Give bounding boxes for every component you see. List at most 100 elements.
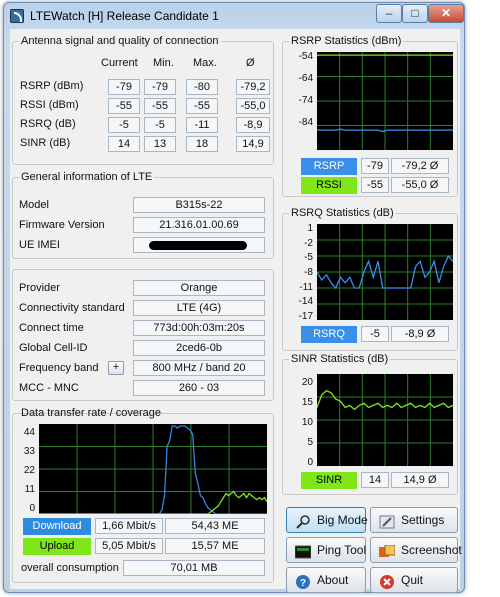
header-current: Current: [101, 57, 138, 69]
frequency-band-value: 800 MHz / band 20: [133, 360, 265, 376]
firmware-label: Firmware Version: [19, 219, 105, 231]
general-group: General information of LTE Model B315s-2…: [12, 171, 274, 259]
big-mode-label: Big Mode: [317, 513, 368, 527]
antenna-current-value: -79: [108, 79, 140, 95]
rsrq-tick-label: -5: [304, 252, 313, 264]
antenna-current-value: -55: [108, 98, 140, 114]
sinr-tick-label: 0: [307, 457, 313, 468]
rsrp-average: -79,2 Ø: [391, 158, 449, 174]
quit-x-icon: [379, 573, 395, 589]
close-button[interactable]: ✕: [428, 4, 464, 23]
quit-label: Quit: [401, 573, 424, 587]
imei-label: UE IMEI: [19, 239, 60, 251]
connect-time-value: 773d:00h:03m:20s: [133, 320, 265, 336]
maximize-button[interactable]: □: [402, 4, 428, 23]
svg-text:?: ?: [300, 578, 306, 589]
rsrq-current: -5: [361, 326, 389, 342]
transfer-chart: [39, 424, 267, 514]
rsrp-tick-label: -64: [298, 73, 313, 84]
antenna-row-label: RSRQ (dB): [20, 118, 76, 130]
antenna-avg-value: -55,0: [236, 98, 270, 114]
upload-rate: 5,05 Mbit/s: [95, 538, 163, 554]
upload-total: 15,57 ME: [165, 538, 265, 554]
rsrp-stats-title: RSRP Statistics (dBm): [289, 35, 404, 47]
sinr-tick-label: 20: [301, 377, 313, 388]
terminal-icon: [294, 543, 312, 559]
antenna-max-value: 18: [186, 136, 218, 152]
screenshot-button[interactable]: Screenshot: [370, 537, 462, 563]
upload-tag: Upload: [23, 538, 91, 555]
transfer-tick-label: 22: [23, 465, 35, 476]
client-area: Antenna signal and quality of connection…: [10, 29, 462, 593]
antenna-max-value: -80: [186, 79, 218, 95]
quit-button[interactable]: Quit: [370, 567, 458, 593]
cell-id-label: Global Cell-ID: [19, 342, 88, 354]
rsrp-stats-group: RSRP Statistics (dBm) RSRP -79 -79,2 Ø R…: [282, 35, 458, 197]
about-button[interactable]: ? About: [286, 567, 366, 593]
screenshot-label: Screenshot: [401, 543, 462, 557]
help-icon: ?: [295, 573, 311, 589]
rsrq-tick-label: -11: [299, 281, 313, 293]
rsrp-current: -79: [361, 158, 389, 174]
antenna-min-value: 13: [144, 136, 176, 152]
sinr-stats-title: SINR Statistics (dB): [289, 353, 391, 365]
rsrq-stats-group: RSRQ Statistics (dB) RSRQ -5 -8,9 Ø 1 -2 -…: [282, 207, 458, 351]
rssi-average: -55,0 Ø: [391, 177, 449, 193]
ping-tool-button[interactable]: Ping Tool: [286, 537, 366, 563]
big-mode-button[interactable]: Big Mode: [286, 507, 368, 533]
antenna-avg-value: -79,2: [236, 79, 270, 95]
overall-value: 70,01 MB: [123, 560, 265, 576]
provider-group: Provider Orange Connectivity standard LT…: [12, 269, 274, 401]
antenna-min-value: -5: [144, 117, 176, 133]
antenna-current-value: -5: [108, 117, 140, 133]
rsrp-tick-label: -74: [298, 95, 313, 106]
provider-value: Orange: [133, 280, 265, 296]
band-expand-button[interactable]: +: [108, 361, 124, 375]
firmware-value: 21.316.01.00.69: [133, 217, 265, 233]
transfer-tick-label: 11: [24, 484, 35, 495]
minimize-button[interactable]: –: [376, 4, 402, 23]
title-bar[interactable]: LTEWatch [H] Release Candidate 1 – □ ✕: [4, 3, 464, 29]
ping-tool-label: Ping Tool: [317, 543, 367, 557]
app-signal-icon: [10, 9, 24, 23]
settings-label: Settings: [401, 513, 445, 527]
cell-id-value: 2ced6-0b: [133, 340, 265, 356]
connect-time-label: Connect time: [19, 322, 84, 334]
header-min: Min.: [153, 57, 174, 69]
settings-button[interactable]: Settings: [370, 507, 458, 533]
screenshot-icon: [379, 543, 396, 557]
antenna-min-value: -79: [144, 79, 176, 95]
antenna-row-label: RSRP (dBm): [20, 80, 84, 92]
rsrq-tick-label: 1: [307, 223, 313, 234]
sinr-tag: SINR: [301, 472, 357, 489]
transfer-tick-label: 0: [29, 503, 35, 514]
rsrp-tick-label: -84: [298, 117, 313, 128]
antenna-avg-value: -8,9: [236, 117, 270, 133]
antenna-row-label: RSSI (dBm): [20, 99, 79, 111]
rsrp-tag: RSRP: [301, 158, 357, 175]
rsrq-tick-label: -8: [304, 267, 313, 278]
rsrq-stats-title: RSRQ Statistics (dB): [289, 207, 396, 219]
header-avg: Ø: [246, 57, 255, 69]
model-label: Model: [19, 199, 49, 211]
sinr-stats-group: SINR Statistics (dB) SINR 14 14,9 Ø 20 15…: [282, 353, 458, 495]
rssi-tag: RSSI: [301, 177, 357, 194]
transfer-tick-label: 44: [23, 427, 35, 438]
sinr-current: 14: [361, 472, 389, 488]
header-max: Max.: [193, 57, 217, 69]
sinr-average: 14,9 Ø: [391, 472, 449, 488]
sinr-tick-label: 15: [301, 397, 313, 408]
rsrq-tick-label: -17: [298, 311, 313, 322]
transfer-group-title: Data transfer rate / coverage: [21, 407, 162, 419]
general-group-title: General information of LTE: [19, 171, 155, 183]
rsrq-tick-label: -14: [298, 296, 313, 308]
sinr-chart: [317, 374, 453, 466]
imei-redaction: [149, 241, 247, 250]
provider-label: Provider: [19, 282, 60, 294]
antenna-group-title: Antenna signal and quality of connection: [19, 35, 221, 47]
about-label: About: [317, 573, 349, 587]
download-tag: Download: [23, 518, 91, 535]
antenna-current-value: 14: [108, 136, 140, 152]
app-window: LTEWatch [H] Release Candidate 1 – □ ✕ A…: [3, 2, 465, 593]
antenna-max-value: -11: [186, 117, 218, 133]
